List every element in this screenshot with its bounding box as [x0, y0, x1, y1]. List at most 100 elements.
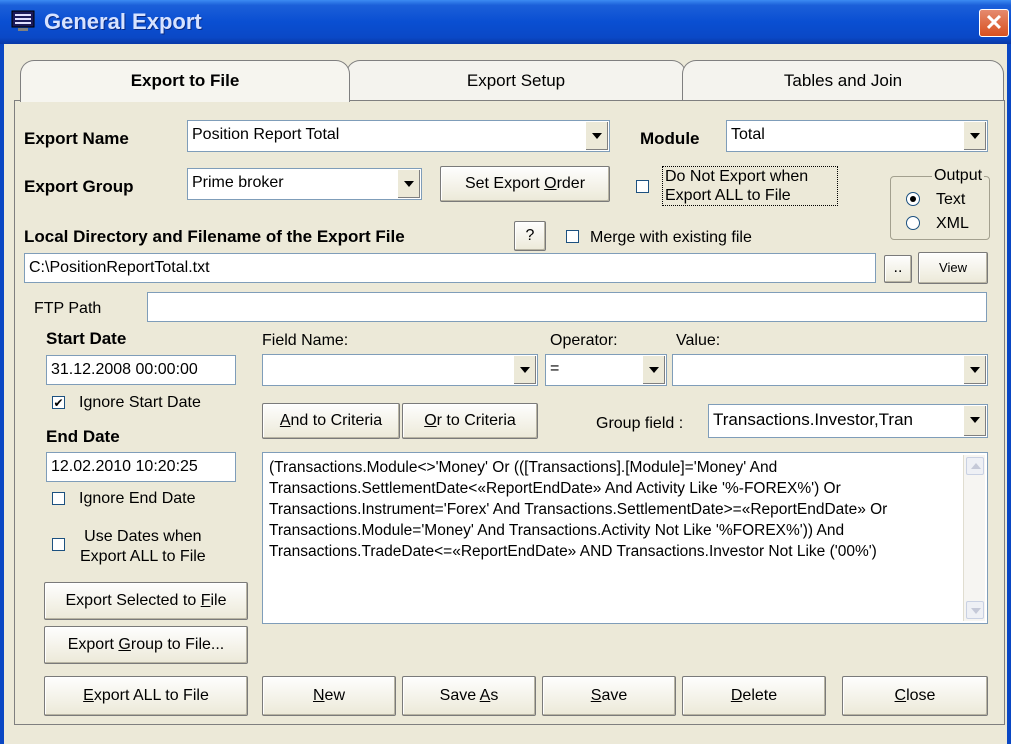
export-group-button[interactable]: Export Group to File...	[44, 626, 248, 664]
and-to-criteria-button[interactable]: And to Criteria	[262, 403, 400, 439]
delete-accel: D	[730, 687, 743, 704]
set-export-order-button[interactable]: Set Export Order	[440, 166, 610, 202]
chevron-down-icon[interactable]	[513, 356, 536, 384]
output-xml-radio[interactable]	[906, 216, 920, 230]
delete-button[interactable]: Delete	[682, 676, 826, 716]
use-dates-checkbox[interactable]	[52, 538, 65, 551]
window-title: General Export	[44, 9, 202, 34]
chevron-down-icon[interactable]	[963, 122, 986, 150]
ftp-path-label: FTP Path	[34, 300, 102, 317]
scroll-down-icon[interactable]	[966, 601, 984, 619]
scroll-up-icon[interactable]	[966, 457, 984, 475]
export-name-select[interactable]: Position Report Total	[187, 120, 610, 152]
use-dates-line2: Export ALL to File	[80, 548, 206, 565]
or-accel: O	[424, 412, 437, 429]
ignore-start-date-checkbox[interactable]	[52, 396, 65, 409]
output-text-label: Text	[936, 191, 966, 208]
or-to-criteria-button[interactable]: Or to Criteria	[402, 403, 538, 439]
new-label: ew	[324, 687, 345, 704]
do-not-export-label: Do Not Export when Export ALL to File	[662, 166, 838, 206]
save-accel: S	[590, 687, 602, 704]
and-accel: A	[279, 412, 291, 429]
output-text-radio[interactable]	[906, 192, 920, 206]
export-group-label: Export Group	[24, 177, 134, 196]
criteria-text: (Transactions.Module<>'Money' Or (([Tran…	[269, 459, 888, 560]
operator-label: Operator:	[550, 332, 618, 349]
ignore-start-date-label: Ignore Start Date	[79, 394, 201, 411]
export-selected-label: Export Selected to	[65, 592, 201, 609]
criteria-textarea[interactable]: (Transactions.Module<>'Money' Or (([Tran…	[262, 452, 988, 624]
tab-export-to-file[interactable]: Export to File	[20, 60, 350, 102]
local-directory-label: Local Directory and Filename of the Expo…	[24, 227, 405, 246]
new-button[interactable]: New	[262, 676, 396, 716]
delete-label: elete	[742, 687, 778, 704]
export-group-label-start: Export	[67, 636, 119, 653]
save-as-label: Save	[439, 687, 480, 704]
chevron-down-icon[interactable]	[397, 170, 420, 198]
module-select[interactable]: Total	[726, 120, 988, 152]
close-button[interactable]: Close	[842, 676, 988, 716]
start-date-label: Start Date	[46, 329, 127, 348]
output-xml-label: XML	[936, 215, 969, 232]
export-all-label: xport ALL to File	[93, 687, 209, 704]
group-field-value: Transactions.Investor,Tran	[713, 410, 913, 429]
export-group-label-end: roup to File...	[130, 636, 225, 653]
export-all-button[interactable]: Export ALL to File	[44, 676, 248, 716]
browse-button[interactable]: ..	[884, 255, 912, 283]
export-group-select[interactable]: Prime broker	[187, 168, 422, 200]
end-date-label: End Date	[46, 427, 120, 446]
end-date-input[interactable]: 12.02.2010 10:20:25	[46, 452, 236, 482]
or-label: r to Criteria	[436, 412, 516, 429]
set-export-order-label-end: rder	[556, 175, 586, 192]
module-value: Total	[731, 126, 765, 143]
app-icon	[11, 10, 35, 31]
export-group-accel: G	[118, 636, 131, 653]
chevron-down-icon[interactable]	[585, 122, 608, 150]
ftp-path-input[interactable]	[147, 292, 987, 322]
close-window-button[interactable]: ✕	[979, 9, 1009, 37]
set-export-order-label: Set Export	[464, 175, 545, 192]
save-label: ave	[601, 687, 628, 704]
save-as-accel: A	[479, 687, 491, 704]
tab-export-setup[interactable]: Export Setup	[346, 60, 686, 100]
save-as-label-end: s	[490, 687, 499, 704]
export-file-path-input[interactable]: C:\PositionReportTotal.txt	[24, 253, 876, 283]
criteria-scrollbar[interactable]	[963, 455, 985, 621]
help-button[interactable]: ?	[514, 221, 546, 251]
ignore-end-date-label: Ignore End Date	[79, 490, 196, 507]
save-button[interactable]: Save	[542, 676, 676, 716]
export-name-value: Position Report Total	[192, 126, 340, 143]
field-name-select[interactable]	[262, 354, 538, 386]
new-accel: N	[312, 687, 325, 704]
view-button[interactable]: View	[918, 252, 988, 284]
do-not-export-checkbox[interactable]	[636, 180, 649, 193]
chevron-down-icon[interactable]	[963, 406, 986, 436]
chevron-down-icon[interactable]	[963, 356, 986, 384]
window-frame-right	[1007, 44, 1011, 744]
start-date-input[interactable]: 31.12.2008 00:00:00	[46, 355, 236, 385]
use-dates-label: Use Dates when Export ALL to File	[80, 527, 206, 567]
close-label: lose	[906, 687, 936, 704]
group-field-label: Group field :	[596, 415, 684, 432]
value-label: Value:	[676, 332, 721, 349]
group-field-select[interactable]: Transactions.Investor,Tran	[708, 404, 988, 438]
export-name-label: Export Name	[24, 129, 129, 148]
save-as-button[interactable]: Save As	[402, 676, 536, 716]
merge-checkbox[interactable]	[566, 230, 579, 243]
close-accel: C	[894, 687, 907, 704]
merge-label: Merge with existing file	[590, 229, 752, 246]
tab-tables-and-join[interactable]: Tables and Join	[682, 60, 1004, 100]
export-selected-button[interactable]: Export Selected to File	[44, 582, 248, 620]
chevron-down-icon[interactable]	[642, 356, 665, 384]
do-not-export-line1: Do Not Export when	[665, 168, 809, 185]
set-export-order-accel: O	[544, 175, 557, 192]
window-frame-left	[0, 44, 4, 744]
do-not-export-line2: Export ALL to File	[665, 187, 791, 204]
value-select[interactable]	[672, 354, 988, 386]
operator-select[interactable]: =	[545, 354, 667, 386]
use-dates-line1: Use Dates when	[84, 528, 202, 545]
ignore-end-date-checkbox[interactable]	[52, 492, 65, 505]
export-selected-label-end: ile	[210, 592, 227, 609]
output-label: Output	[932, 165, 985, 187]
export-selected-accel: F	[200, 592, 211, 609]
